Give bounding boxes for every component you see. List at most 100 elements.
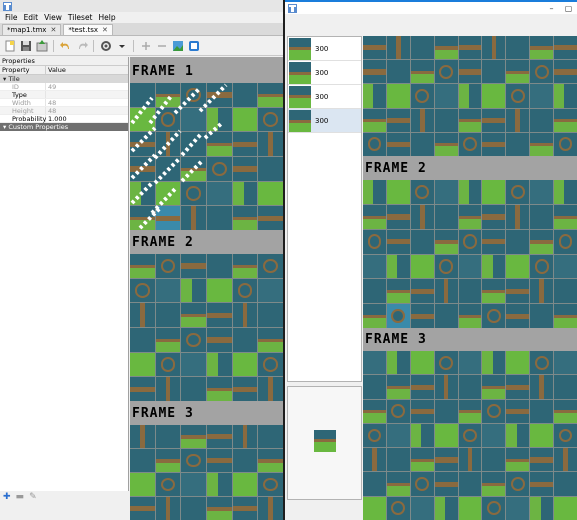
animation-frame-row-selected[interactable]: 300 bbox=[288, 109, 361, 133]
tile[interactable] bbox=[458, 36, 482, 60]
edit-image-icon[interactable] bbox=[171, 39, 184, 52]
animation-tileset-view[interactable]: FRAME 2 FRAME 3 bbox=[363, 36, 577, 520]
tile[interactable] bbox=[530, 399, 554, 423]
add-property-icon[interactable]: ✚ bbox=[3, 492, 11, 502]
menu-edit[interactable]: Edit bbox=[21, 13, 42, 22]
tile[interactable] bbox=[530, 108, 554, 132]
tile[interactable] bbox=[363, 132, 386, 156]
tile[interactable] bbox=[363, 423, 386, 448]
tile[interactable] bbox=[506, 472, 530, 496]
tile[interactable] bbox=[554, 351, 577, 375]
tile[interactable] bbox=[410, 423, 434, 448]
tile[interactable] bbox=[458, 108, 482, 132]
tile[interactable] bbox=[181, 425, 206, 448]
tile[interactable] bbox=[482, 375, 506, 399]
tile[interactable] bbox=[482, 229, 506, 254]
tile[interactable] bbox=[155, 352, 181, 377]
tile[interactable] bbox=[434, 351, 458, 375]
tile[interactable] bbox=[181, 497, 206, 520]
tile[interactable] bbox=[554, 399, 577, 423]
tile[interactable] bbox=[482, 423, 506, 448]
tile[interactable] bbox=[506, 204, 530, 229]
tile[interactable] bbox=[386, 132, 410, 156]
tile[interactable] bbox=[530, 229, 554, 254]
tile[interactable] bbox=[482, 279, 506, 304]
tile[interactable] bbox=[206, 303, 232, 327]
tile[interactable] bbox=[530, 36, 554, 60]
tile[interactable] bbox=[232, 425, 258, 448]
tile[interactable] bbox=[554, 375, 577, 399]
tile[interactable] bbox=[363, 472, 386, 496]
tile[interactable] bbox=[506, 304, 530, 328]
tile[interactable] bbox=[530, 423, 554, 448]
tile[interactable] bbox=[482, 60, 506, 84]
tile[interactable] bbox=[206, 352, 232, 377]
tile[interactable] bbox=[363, 399, 386, 423]
tile[interactable] bbox=[258, 425, 283, 448]
tile[interactable] bbox=[386, 180, 410, 204]
animation-frame-list[interactable]: 300 300 300 300 bbox=[287, 36, 362, 382]
tile[interactable] bbox=[410, 84, 434, 108]
tile[interactable] bbox=[458, 496, 482, 520]
tile[interactable] bbox=[410, 180, 434, 204]
close-icon[interactable]: ✕ bbox=[102, 26, 108, 34]
tile[interactable] bbox=[482, 204, 506, 229]
tile[interactable] bbox=[482, 254, 506, 279]
tile-grid-frame-1[interactable] bbox=[363, 36, 577, 156]
tile[interactable] bbox=[232, 497, 258, 520]
tab-map1[interactable]: *map1.tmx ✕ bbox=[2, 24, 62, 35]
tile[interactable] bbox=[363, 375, 386, 399]
tile[interactable] bbox=[258, 303, 283, 327]
tile[interactable] bbox=[530, 132, 554, 156]
tile[interactable] bbox=[386, 279, 410, 304]
animation-frame-row[interactable]: 300 bbox=[288, 85, 361, 109]
tile[interactable] bbox=[458, 423, 482, 448]
tile[interactable] bbox=[530, 84, 554, 108]
tile[interactable] bbox=[386, 399, 410, 423]
tile[interactable] bbox=[232, 303, 258, 327]
tile[interactable] bbox=[155, 278, 181, 303]
tile[interactable] bbox=[155, 449, 181, 472]
tile[interactable] bbox=[363, 448, 386, 472]
tile[interactable] bbox=[410, 229, 434, 254]
tile[interactable] bbox=[434, 36, 458, 60]
tile[interactable] bbox=[386, 496, 410, 520]
minimize-icon[interactable]: – bbox=[543, 2, 560, 14]
property-value[interactable] bbox=[46, 91, 48, 98]
tile[interactable] bbox=[206, 278, 232, 303]
tile[interactable] bbox=[482, 132, 506, 156]
tile[interactable] bbox=[258, 377, 283, 401]
tile[interactable] bbox=[554, 60, 577, 84]
tile[interactable] bbox=[232, 377, 258, 401]
menu-help[interactable]: Help bbox=[96, 13, 119, 22]
tile[interactable] bbox=[410, 304, 434, 328]
tile[interactable] bbox=[554, 496, 577, 520]
tile[interactable] bbox=[386, 254, 410, 279]
frame-duration[interactable]: 300 bbox=[315, 93, 328, 101]
tile[interactable] bbox=[130, 303, 155, 327]
tile[interactable] bbox=[434, 254, 458, 279]
tile[interactable] bbox=[130, 327, 155, 352]
tile[interactable] bbox=[458, 279, 482, 304]
tile[interactable] bbox=[482, 304, 506, 328]
tile[interactable] bbox=[482, 472, 506, 496]
tile[interactable] bbox=[530, 279, 554, 304]
tile[interactable] bbox=[458, 351, 482, 375]
remove-property-icon[interactable]: ▬ bbox=[16, 492, 25, 502]
tile[interactable] bbox=[181, 352, 206, 377]
tile[interactable] bbox=[130, 449, 155, 472]
animation-frame-row[interactable]: 300 bbox=[288, 61, 361, 85]
tile[interactable] bbox=[410, 254, 434, 279]
tile[interactable] bbox=[130, 497, 155, 520]
tile[interactable] bbox=[410, 108, 434, 132]
tile[interactable] bbox=[434, 180, 458, 204]
tile[interactable] bbox=[506, 351, 530, 375]
tile[interactable] bbox=[386, 204, 410, 229]
tile[interactable] bbox=[410, 36, 434, 60]
tile[interactable] bbox=[482, 448, 506, 472]
tile[interactable] bbox=[506, 180, 530, 204]
tile[interactable] bbox=[434, 399, 458, 423]
tile[interactable] bbox=[363, 36, 386, 60]
chevron-down-icon[interactable] bbox=[115, 39, 128, 52]
frame-duration[interactable]: 300 bbox=[315, 45, 328, 53]
